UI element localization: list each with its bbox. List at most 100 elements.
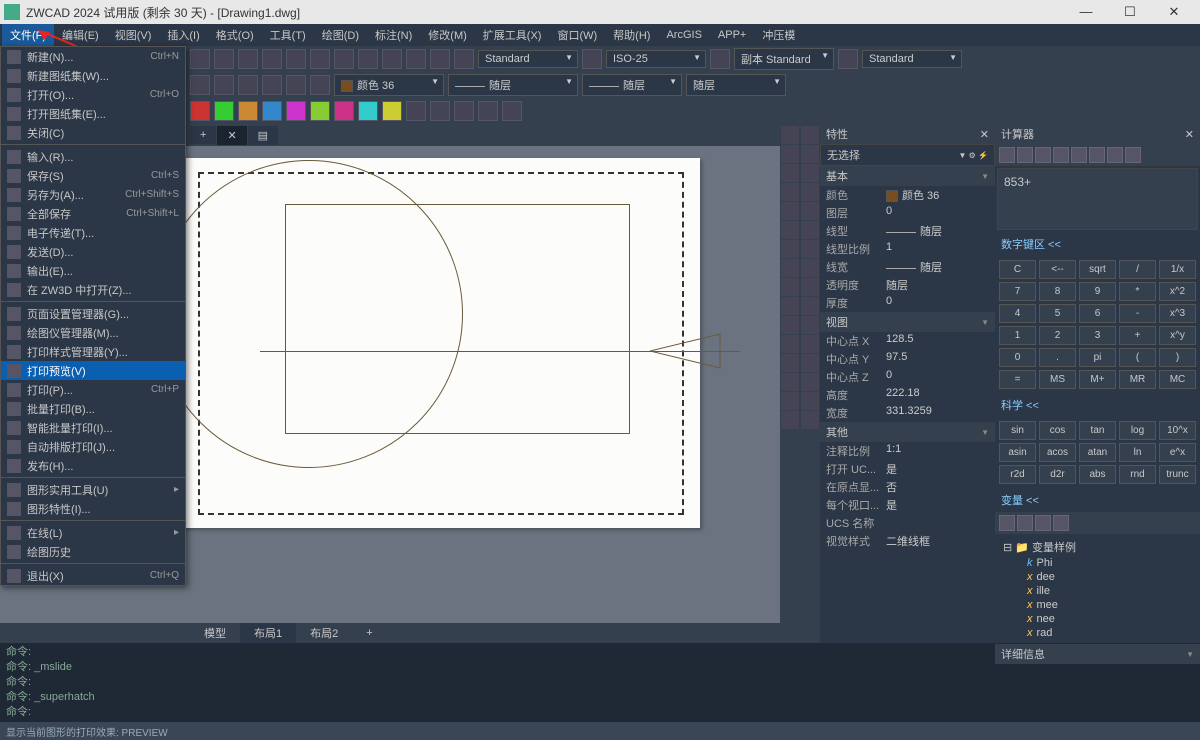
color-dropdown[interactable]: 颜色 36 [334,74,444,96]
calc-key[interactable]: 10^x [1159,421,1196,440]
calc-tool-icon[interactable] [999,147,1015,163]
minimize-button[interactable]: — [1072,4,1100,20]
tool-icon[interactable] [430,101,450,121]
vtool-icon[interactable] [781,335,799,353]
vtool-icon[interactable] [781,354,799,372]
calc-key[interactable]: 3 [1079,326,1116,345]
tool-icon[interactable] [262,101,282,121]
calc-key[interactable]: d2r [1039,465,1076,484]
doc-tab-close[interactable]: ✕ [217,126,246,145]
file-menu-item[interactable]: 打印预览(V) [1,361,185,380]
calc-key[interactable]: <-- [1039,260,1076,279]
var-tool-icon[interactable] [1017,515,1033,531]
file-menu-item[interactable]: 绘图历史 [1,542,185,561]
menu-modify[interactable]: 修改(M) [420,24,475,46]
var-tool-icon[interactable] [999,515,1015,531]
property-row[interactable]: 中心点 Y97.5 [820,350,995,368]
property-row[interactable]: 每个视口...是 [820,496,995,514]
file-menu-item[interactable]: 绘图仪管理器(M)... [1,323,185,342]
calc-key[interactable]: log [1119,421,1156,440]
vtool-icon[interactable] [781,373,799,391]
vtool-icon[interactable] [781,183,799,201]
vars-root[interactable]: ⊟ 📁 变量样例 [1003,538,1192,556]
vtool-icon[interactable] [781,164,799,182]
calc-close-icon[interactable]: ✕ [1185,128,1194,141]
copystd-dropdown[interactable]: 副本 Standard [734,48,834,70]
calc-key[interactable]: MC [1159,370,1196,389]
file-menu-item[interactable]: 另存为(A)...Ctrl+Shift+S [1,185,185,204]
vtool-icon[interactable] [801,240,819,258]
tab-layout2[interactable]: 布局2 [296,623,352,643]
var-tool-icon[interactable] [1053,515,1069,531]
calc-key[interactable]: abs [1079,465,1116,484]
calc-key[interactable]: = [999,370,1036,389]
property-row[interactable]: 厚度0 [820,294,995,312]
file-menu-item[interactable]: 打开(O)...Ctrl+O [1,85,185,104]
file-menu-item[interactable]: 关闭(C) [1,123,185,142]
property-row[interactable]: 透明度随层 [820,276,995,294]
vtool-icon[interactable] [781,259,799,277]
doc-tab-list[interactable]: ▤ [248,126,278,145]
tab-layout1[interactable]: 布局1 [240,623,296,643]
file-menu-item[interactable]: 页面设置管理器(G)... [1,304,185,323]
menu-app[interactable]: APP+ [710,26,754,44]
calc-key[interactable]: rnd [1119,465,1156,484]
calc-vars-title[interactable]: 变量 [995,488,1200,512]
tool-icon[interactable] [454,49,474,69]
calc-key[interactable]: x^3 [1159,304,1196,323]
tool-icon[interactable] [286,75,306,95]
section-basic[interactable]: 基本 [820,166,995,186]
property-row[interactable]: 线型比例1 [820,240,995,258]
tool-icon[interactable] [190,101,210,121]
calc-key[interactable]: ( [1119,348,1156,367]
selection-dropdown[interactable]: 无选择▼ ⚙ ⚡ [820,144,995,166]
vtool-icon[interactable] [801,354,819,372]
file-menu-item[interactable]: 保存(S)Ctrl+S [1,166,185,185]
var-item[interactable]: xille [1003,584,1192,598]
tool-icon[interactable] [838,49,858,69]
calc-key[interactable]: 2 [1039,326,1076,345]
menu-stamp[interactable]: 冲压模 [754,24,803,46]
calc-key[interactable]: 6 [1079,304,1116,323]
file-menu-item[interactable]: 新建(N)...Ctrl+N [1,47,185,66]
calc-detail[interactable]: 详细信息 [995,644,1200,664]
vtool-icon[interactable] [801,335,819,353]
tool-icon[interactable] [430,49,450,69]
file-menu-item[interactable]: 发送(D)... [1,242,185,261]
maximize-button[interactable]: ☐ [1116,4,1144,20]
vtool-icon[interactable] [781,126,799,144]
vtool-icon[interactable] [781,240,799,258]
tool-icon[interactable] [502,101,522,121]
property-row[interactable]: 中心点 Z0 [820,368,995,386]
calc-numpad-title[interactable]: 数字键区 [995,232,1200,256]
tab-model[interactable]: 模型 [190,623,240,643]
file-menu-item[interactable]: 图形特性(I)... [1,499,185,518]
file-menu-item[interactable]: 输入(R)... [1,147,185,166]
calc-key[interactable]: ln [1119,443,1156,462]
calc-key[interactable]: MS [1039,370,1076,389]
tool-icon[interactable] [334,101,354,121]
calc-key[interactable]: C [999,260,1036,279]
file-menu-item[interactable]: 打印样式管理器(Y)... [1,342,185,361]
property-row[interactable]: 线型随层 [820,222,995,240]
tool-icon[interactable] [358,101,378,121]
menu-tools[interactable]: 工具(T) [262,24,314,46]
vtool-icon[interactable] [801,373,819,391]
property-row[interactable]: UCS 名称 [820,514,995,532]
calc-key[interactable]: sqrt [1079,260,1116,279]
tool-icon[interactable] [382,49,402,69]
calc-key[interactable]: 0 [999,348,1036,367]
file-menu-item[interactable]: 电子传递(T)... [1,223,185,242]
calc-key[interactable]: 9 [1079,282,1116,301]
property-row[interactable]: 高度222.18 [820,386,995,404]
calc-tool-icon[interactable] [1053,147,1069,163]
tool-icon[interactable] [214,49,234,69]
calc-key[interactable]: - [1119,304,1156,323]
tool-icon[interactable] [262,75,282,95]
property-row[interactable]: 图层0 [820,204,995,222]
tool-icon[interactable] [406,49,426,69]
var-item[interactable]: xmee [1003,598,1192,612]
calc-key[interactable]: e^x [1159,443,1196,462]
file-menu-item[interactable]: 打印(P)...Ctrl+P [1,380,185,399]
calc-tool-icon[interactable] [1107,147,1123,163]
